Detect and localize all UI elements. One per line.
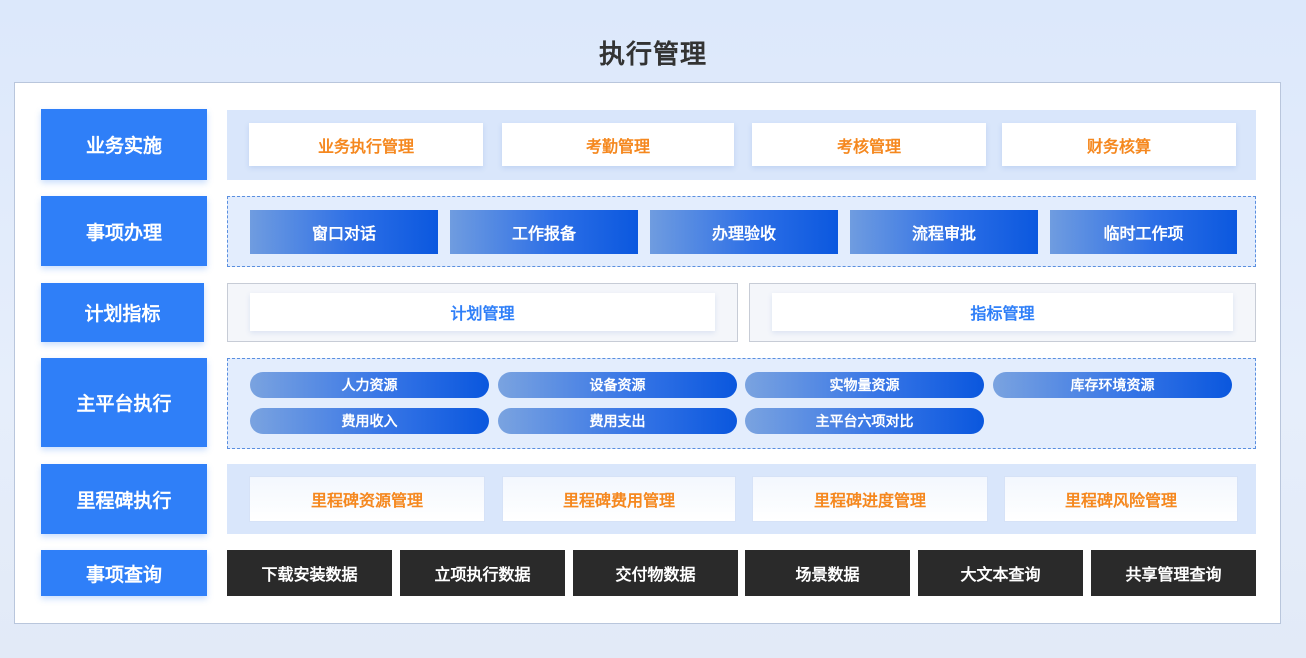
- platform-item-physical[interactable]: 实物量资源: [745, 372, 984, 398]
- row-area-milestone: 里程碑资源管理 里程碑费用管理 里程碑进度管理 里程碑风险管理: [227, 464, 1256, 534]
- platform-item-hr[interactable]: 人力资源: [250, 372, 489, 398]
- row-label-plan: 计划指标: [41, 283, 204, 342]
- indicator-box: 指标管理: [749, 283, 1256, 342]
- milestone-item-risk[interactable]: 里程碑风险管理: [1004, 476, 1238, 522]
- business-item-assessment[interactable]: 考核管理: [752, 123, 986, 166]
- indicator-management-button[interactable]: 指标管理: [772, 293, 1233, 331]
- query-item-shared[interactable]: 共享管理查询: [1091, 550, 1256, 596]
- matters-item-work-report[interactable]: 工作报备: [450, 210, 638, 254]
- row-area-plan: 计划管理 指标管理: [227, 283, 1256, 342]
- matters-item-approval[interactable]: 流程审批: [850, 210, 1038, 254]
- page-title: 执行管理: [598, 40, 707, 70]
- row-area-matters: 窗口对话 工作报备 办理验收 流程审批 临时工作项: [227, 196, 1256, 267]
- platform-item-expense[interactable]: 费用支出: [498, 408, 737, 434]
- row-label-business: 业务实施: [41, 109, 207, 180]
- plan-management-button[interactable]: 计划管理: [250, 293, 715, 331]
- query-item-project[interactable]: 立项执行数据: [400, 550, 565, 596]
- row-area-query: 下载安装数据 立项执行数据 交付物数据 场景数据 大文本查询 共享管理查询: [227, 550, 1256, 596]
- platform-item-inventory[interactable]: 库存环境资源: [993, 372, 1232, 398]
- matters-item-acceptance[interactable]: 办理验收: [650, 210, 838, 254]
- architecture-panel: 业务实施 业务执行管理 考勤管理 考核管理 财务核算 事项办理 窗口对话 工作报…: [14, 82, 1281, 624]
- business-item-execution[interactable]: 业务执行管理: [249, 123, 483, 166]
- plan-box: 计划管理: [227, 283, 738, 342]
- row-label-matters: 事项办理: [41, 196, 207, 266]
- row-area-platform: 人力资源 设备资源 实物量资源 库存环境资源 费用收入 费用支出 主平台六项对比: [227, 358, 1256, 449]
- row-label-platform: 主平台执行: [41, 358, 207, 447]
- milestone-item-resource[interactable]: 里程碑资源管理: [249, 476, 485, 522]
- row-label-milestone: 里程碑执行: [41, 464, 207, 534]
- matters-item-window-dialog[interactable]: 窗口对话: [250, 210, 438, 254]
- query-item-download[interactable]: 下载安装数据: [227, 550, 392, 596]
- platform-item-income[interactable]: 费用收入: [250, 408, 489, 434]
- matters-item-temporary[interactable]: 临时工作项: [1050, 210, 1237, 254]
- query-item-scene[interactable]: 场景数据: [745, 550, 910, 596]
- business-item-attendance[interactable]: 考勤管理: [502, 123, 734, 166]
- platform-item-equipment[interactable]: 设备资源: [498, 372, 737, 398]
- milestone-item-cost[interactable]: 里程碑费用管理: [502, 476, 736, 522]
- business-item-finance[interactable]: 财务核算: [1002, 123, 1236, 166]
- row-area-business: 业务执行管理 考勤管理 考核管理 财务核算: [227, 110, 1256, 180]
- milestone-item-progress[interactable]: 里程碑进度管理: [752, 476, 988, 522]
- row-label-query: 事项查询: [41, 550, 207, 596]
- query-item-deliverable[interactable]: 交付物数据: [573, 550, 738, 596]
- platform-item-comparison[interactable]: 主平台六项对比: [745, 408, 984, 434]
- query-item-text[interactable]: 大文本查询: [918, 550, 1083, 596]
